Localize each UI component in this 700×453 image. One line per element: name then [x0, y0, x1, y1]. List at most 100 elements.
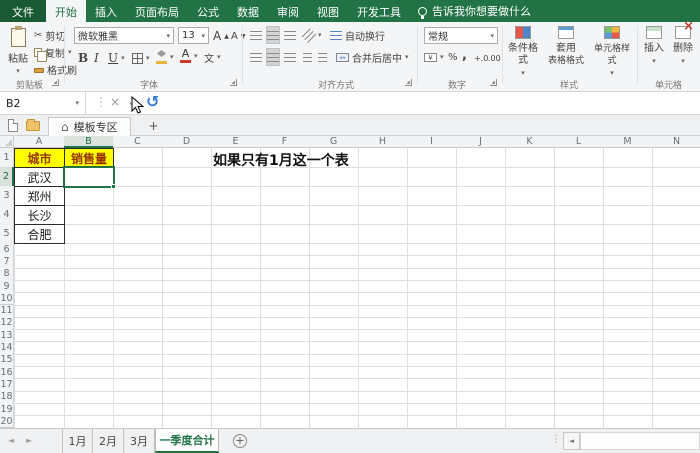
cell-A5[interactable]: 合肥 [14, 224, 65, 244]
cell-A1[interactable]: 城市 [14, 148, 65, 168]
cell-styles-button[interactable]: 单元格样式 ▾ [590, 26, 634, 79]
font-color-button[interactable]: A▾ [180, 48, 198, 64]
align-bottom-button[interactable] [284, 27, 296, 43]
row-header-16[interactable]: 16 [0, 366, 14, 379]
increase-indent-button[interactable] [318, 49, 327, 65]
selected-cell-outline[interactable] [63, 166, 115, 188]
align-left-button[interactable] [250, 49, 262, 65]
menu-tab-数据[interactable]: 数据 [228, 0, 268, 22]
cell-A4[interactable]: 长沙 [14, 205, 65, 225]
italic-button[interactable]: I [94, 50, 99, 66]
column-header-C[interactable]: C [113, 136, 163, 148]
wrap-text-button[interactable]: 自动换行 [330, 27, 385, 43]
clipboard-dialog-launcher-icon[interactable] [52, 79, 59, 86]
copy-button[interactable]: 复制 ▾ [34, 44, 72, 60]
bold-button[interactable]: B [78, 50, 88, 66]
add-tab-button[interactable]: + [146, 119, 161, 134]
row-header-18[interactable]: 18 [0, 391, 14, 404]
sheet-tab-1月[interactable]: 1月 [62, 429, 93, 453]
sheet-nav-left-icon[interactable]: ◄ [8, 436, 14, 445]
delete-cells-button[interactable]: 删除 ▾ [670, 26, 696, 67]
accounting-format-button[interactable]: ¥▾ [424, 49, 444, 65]
sheet-tab-一季度合计[interactable]: 一季度合计 [155, 429, 219, 453]
menu-tab-视图[interactable]: 视图 [308, 0, 348, 22]
font-name-select[interactable]: 微软雅黑 ▾ [74, 27, 174, 44]
menu-tab-开发工具[interactable]: 开发工具 [348, 0, 410, 22]
row-header-6[interactable]: 6 [0, 243, 14, 256]
decrease-decimal-button[interactable]: .00 [488, 50, 501, 66]
column-header-H[interactable]: H [358, 136, 408, 148]
column-header-N[interactable]: N [652, 136, 700, 148]
tell-me[interactable]: 告诉我你想要做什么 [410, 0, 539, 22]
percent-style-button[interactable]: % [448, 49, 458, 65]
name-box[interactable]: B2 ▾ [0, 92, 86, 114]
font-dialog-launcher-icon[interactable] [230, 79, 237, 86]
borders-button[interactable]: ▾ [132, 50, 150, 66]
shrink-font-button[interactable]: A▼ [231, 28, 245, 44]
orientation-button[interactable]: ▾ [303, 27, 322, 43]
format-as-table-button[interactable]: 套用 表格格式 [544, 26, 588, 67]
align-center-button[interactable] [267, 49, 279, 65]
align-right-button[interactable] [284, 49, 296, 65]
row-header-14[interactable]: 14 [0, 341, 14, 354]
open-folder-icon[interactable] [26, 121, 40, 131]
horizontal-scrollbar[interactable] [580, 432, 700, 450]
menu-tab-插入[interactable]: 插入 [86, 0, 126, 22]
row-header-9[interactable]: 9 [0, 280, 14, 293]
column-header-G[interactable]: G [309, 136, 359, 148]
menu-tab-公式[interactable]: 公式 [188, 0, 228, 22]
column-header-K[interactable]: K [505, 136, 555, 148]
menu-tab-审阅[interactable]: 审阅 [268, 0, 308, 22]
cell-A2[interactable]: 武汉 [14, 167, 65, 187]
hscroll-left-arrow[interactable]: ◄ [563, 432, 580, 450]
fill-color-button[interactable]: ▾ [156, 49, 174, 65]
align-top-button[interactable] [250, 27, 262, 43]
number-format-select[interactable]: 常规 ▾ [424, 27, 498, 44]
spreadsheet-grid[interactable]: ABCDEFGHIJKLMN12345678910111213141516171… [0, 136, 700, 428]
conditional-formatting-button[interactable]: 条件格式 ▾ [506, 26, 540, 79]
paste-button[interactable]: 粘贴 ▾ [4, 26, 32, 78]
row-header-19[interactable]: 19 [0, 403, 14, 416]
font-size-select[interactable]: 13 ▾ [178, 27, 209, 44]
fill-handle[interactable] [111, 184, 116, 189]
row-header-3[interactable]: 3 [0, 186, 14, 206]
template-zone-tab[interactable]: ⌂ 模板专区 [48, 117, 131, 136]
row-header-8[interactable]: 8 [0, 268, 14, 281]
row-header-12[interactable]: 12 [0, 317, 14, 330]
phonetic-button[interactable]: 文▾ [204, 49, 221, 65]
column-header-E[interactable]: E [211, 136, 261, 148]
increase-decimal-button[interactable]: +.0 [474, 50, 488, 66]
row-header-11[interactable]: 11 [0, 305, 14, 318]
row-header-5[interactable]: 5 [0, 224, 14, 244]
sheet-nav-right-icon[interactable]: ► [26, 436, 32, 445]
menu-tab-开始[interactable]: 开始 [46, 0, 86, 22]
row-header-20[interactable]: 20 [0, 415, 14, 428]
column-header-F[interactable]: F [260, 136, 310, 148]
formula-input[interactable] [86, 92, 700, 114]
insert-cells-button[interactable]: 插入 ▾ [641, 26, 667, 67]
undo-circular-arrow-icon[interactable]: ↺ [146, 92, 159, 111]
select-all-corner[interactable] [0, 136, 14, 148]
row-header-10[interactable]: 10 [0, 292, 14, 305]
row-header-15[interactable]: 15 [0, 354, 14, 367]
cancel-icon[interactable]: × [110, 95, 120, 109]
cell-B1[interactable]: 销售量 [64, 148, 114, 168]
new-document-icon[interactable] [8, 119, 18, 132]
sheet-tab-2月[interactable]: 2月 [93, 429, 124, 453]
column-header-B[interactable]: B [64, 136, 114, 148]
column-header-L[interactable]: L [554, 136, 604, 148]
cut-button[interactable]: ✂ 剪切 [34, 27, 65, 43]
row-header-4[interactable]: 4 [0, 205, 14, 225]
decrease-indent-button[interactable] [303, 49, 312, 65]
grow-font-button[interactable]: A▲ [213, 28, 229, 44]
cell-A3[interactable]: 郑州 [14, 186, 65, 206]
column-header-I[interactable]: I [407, 136, 457, 148]
column-header-M[interactable]: M [603, 136, 653, 148]
column-header-J[interactable]: J [456, 136, 506, 148]
row-header-1[interactable]: 1 [0, 148, 14, 168]
new-sheet-button[interactable]: + [233, 434, 247, 448]
align-middle-button[interactable] [267, 27, 279, 43]
row-header-2[interactable]: 2 [0, 167, 14, 187]
alignment-dialog-launcher-icon[interactable] [405, 79, 412, 86]
row-header-17[interactable]: 17 [0, 378, 14, 391]
